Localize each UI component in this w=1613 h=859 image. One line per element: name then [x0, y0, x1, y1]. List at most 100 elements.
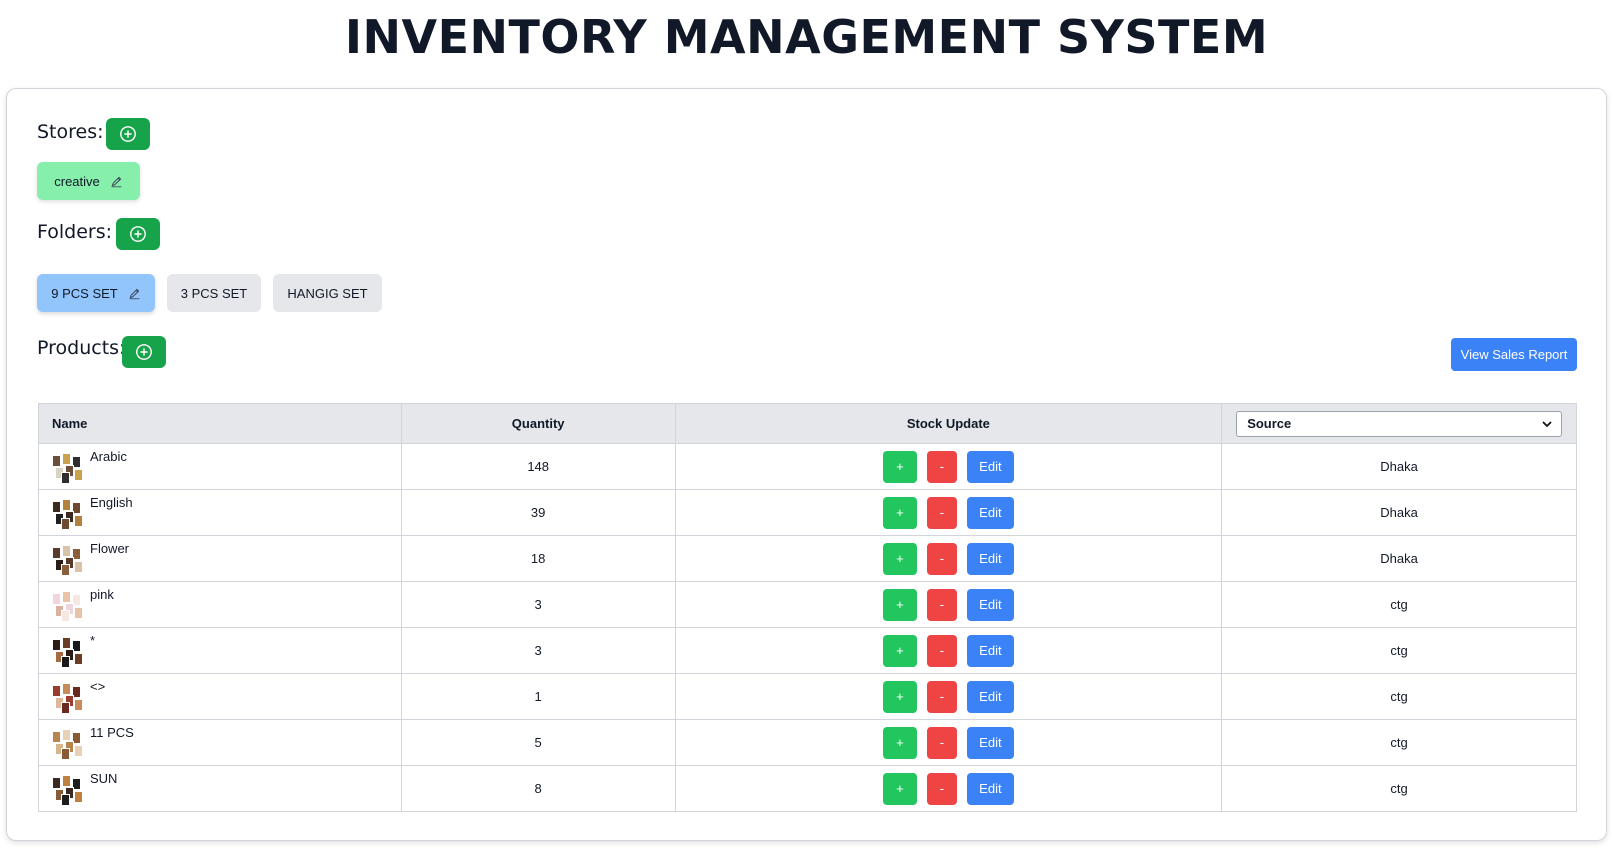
increase-stock-button[interactable]: +: [882, 588, 917, 621]
product-quantity: 8: [400, 765, 676, 812]
increase-stock-button[interactable]: +: [882, 680, 917, 713]
product-name: <>: [90, 678, 106, 694]
product-name: SUN: [90, 770, 118, 786]
product-name-cell: 11 PCS: [38, 719, 402, 766]
product-thumbnail: [52, 544, 83, 576]
folder-chip-9-pcs-set[interactable]: 9 PCS SET: [37, 274, 155, 312]
edit-product-button[interactable]: Edit: [966, 542, 1014, 575]
product-source: ctg: [1221, 765, 1577, 812]
stock-update-cell: + - Edit: [674, 443, 1223, 490]
product-thumbnail: [52, 682, 83, 714]
product-source: ctg: [1221, 581, 1577, 628]
edit-product-button[interactable]: Edit: [966, 450, 1014, 483]
increase-stock-button[interactable]: +: [882, 772, 917, 805]
table-row: Arabic 148 + - Edit Dhaka: [38, 443, 1577, 490]
stock-update-cell: + - Edit: [674, 581, 1223, 628]
product-source: ctg: [1221, 673, 1577, 720]
product-name-cell: <>: [38, 673, 402, 720]
product-thumbnail: [52, 728, 83, 760]
plus-circle-icon: [136, 344, 152, 360]
product-source: ctg: [1221, 627, 1577, 674]
folder-chip-label: HANGIG SET: [287, 285, 368, 301]
store-chip-creative[interactable]: creative: [37, 162, 140, 200]
store-chip-label: creative: [54, 173, 100, 189]
column-header-quantity: Quantity: [400, 403, 676, 444]
edit-product-button[interactable]: Edit: [966, 772, 1014, 805]
edit-product-button[interactable]: Edit: [966, 634, 1014, 667]
column-header-stock-update: Stock Update: [674, 403, 1223, 444]
decrease-stock-button[interactable]: -: [926, 680, 957, 713]
table-row: * 3 + - Edit ctg: [38, 627, 1577, 674]
edit-product-button[interactable]: Edit: [966, 588, 1014, 621]
table-header-row: Name Quantity Stock Update Source: [38, 403, 1577, 444]
table-row: pink 3 + - Edit ctg: [38, 581, 1577, 628]
product-quantity: 3: [400, 581, 676, 628]
column-header-source: Source: [1221, 403, 1577, 444]
increase-stock-button[interactable]: +: [882, 542, 917, 575]
product-name: pink: [90, 586, 114, 602]
product-thumbnail: [52, 774, 83, 806]
edit-product-button[interactable]: Edit: [966, 726, 1014, 759]
decrease-stock-button[interactable]: -: [926, 772, 957, 805]
increase-stock-button[interactable]: +: [882, 726, 917, 759]
decrease-stock-button[interactable]: -: [926, 496, 957, 529]
decrease-stock-button[interactable]: -: [926, 634, 957, 667]
edit-product-button[interactable]: Edit: [966, 496, 1014, 529]
product-quantity: 39: [400, 489, 676, 536]
pencil-icon[interactable]: [128, 287, 141, 300]
column-header-name: Name: [38, 403, 402, 444]
folder-chip-3-pcs-set[interactable]: 3 PCS SET: [167, 274, 261, 312]
folders-label: Folders:: [37, 221, 113, 243]
table-row: Flower 18 + - Edit Dhaka: [38, 535, 1577, 582]
products-label: Products:: [37, 337, 126, 359]
folder-chip-hangig-set[interactable]: HANGIG SET: [273, 274, 382, 312]
source-select[interactable]: Source: [1236, 410, 1562, 437]
product-source: Dhaka: [1221, 535, 1577, 582]
plus-circle-icon: [130, 226, 146, 242]
page-title: INVENTORY MANAGEMENT SYSTEM: [344, 10, 1269, 64]
product-quantity: 3: [400, 627, 676, 674]
stock-update-cell: + - Edit: [674, 627, 1223, 674]
table-row: SUN 8 + - Edit ctg: [38, 765, 1577, 812]
product-name-cell: pink: [38, 581, 402, 628]
product-thumbnail: [52, 590, 83, 622]
add-folder-button[interactable]: [116, 218, 160, 250]
product-name-cell: SUN: [38, 765, 402, 812]
product-name: *: [90, 632, 96, 648]
table-row: 11 PCS 5 + - Edit ctg: [38, 719, 1577, 766]
add-store-button[interactable]: [106, 118, 150, 150]
pencil-icon[interactable]: [110, 175, 123, 188]
stock-update-cell: + - Edit: [674, 489, 1223, 536]
product-name-cell: Arabic: [38, 443, 402, 490]
product-name: Flower: [90, 540, 130, 556]
product-quantity: 1: [400, 673, 676, 720]
increase-stock-button[interactable]: +: [882, 496, 917, 529]
decrease-stock-button[interactable]: -: [926, 726, 957, 759]
folder-chip-label: 9 PCS SET: [51, 285, 118, 301]
stock-update-cell: + - Edit: [674, 719, 1223, 766]
product-name-cell: English: [38, 489, 402, 536]
product-source: Dhaka: [1221, 489, 1577, 536]
product-name-cell: Flower: [38, 535, 402, 582]
stock-update-cell: + - Edit: [674, 673, 1223, 720]
decrease-stock-button[interactable]: -: [926, 450, 957, 483]
edit-product-button[interactable]: Edit: [966, 680, 1014, 713]
product-name: 11 PCS: [90, 724, 134, 740]
product-thumbnail: [52, 636, 83, 668]
decrease-stock-button[interactable]: -: [926, 588, 957, 621]
product-thumbnail: [52, 498, 83, 530]
product-quantity: 148: [400, 443, 676, 490]
decrease-stock-button[interactable]: -: [926, 542, 957, 575]
stock-update-cell: + - Edit: [674, 765, 1223, 812]
table-row: English 39 + - Edit Dhaka: [38, 489, 1577, 536]
product-name-cell: *: [38, 627, 402, 674]
stores-label: Stores:: [37, 121, 104, 143]
plus-circle-icon: [120, 126, 136, 142]
add-product-button[interactable]: [122, 336, 166, 368]
increase-stock-button[interactable]: +: [882, 450, 917, 483]
stock-update-cell: + - Edit: [674, 535, 1223, 582]
increase-stock-button[interactable]: +: [882, 634, 917, 667]
product-source: Dhaka: [1221, 443, 1577, 490]
source-select-value: Source: [1247, 416, 1292, 431]
view-sales-report-button[interactable]: View Sales Report: [1451, 338, 1577, 371]
